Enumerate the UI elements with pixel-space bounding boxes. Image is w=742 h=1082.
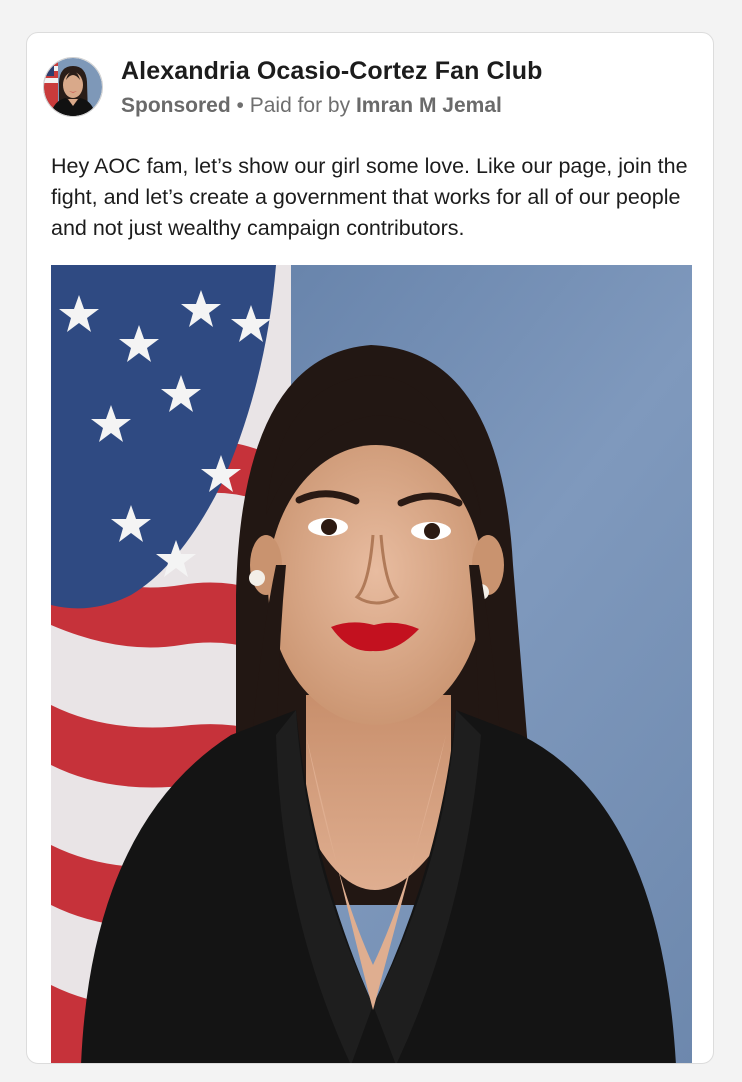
paid-for-prefix: Paid for by xyxy=(249,93,356,117)
post-body-text: Hey AOC fam, let’s show our girl some lo… xyxy=(51,154,688,240)
sponsored-line: Sponsored • Paid for by Imran M Jemal xyxy=(121,93,542,119)
portrait-photo xyxy=(51,265,692,1063)
separator-dot: • xyxy=(230,93,250,117)
profile-photo-icon xyxy=(44,58,102,116)
paid-for-name: Imran M Jemal xyxy=(355,93,502,117)
sponsored-label[interactable]: Sponsored xyxy=(121,94,231,117)
page-avatar[interactable] xyxy=(43,57,103,117)
post-header: Alexandria Ocasio-Cortez Fan Club Sponso… xyxy=(43,55,542,119)
page-name-link[interactable]: Alexandria Ocasio-Cortez Fan Club xyxy=(121,56,542,86)
post-photo[interactable] xyxy=(51,265,692,1063)
post-meta: Alexandria Ocasio-Cortez Fan Club Sponso… xyxy=(121,56,542,119)
sponsored-post-card: Alexandria Ocasio-Cortez Fan Club Sponso… xyxy=(26,32,714,1064)
